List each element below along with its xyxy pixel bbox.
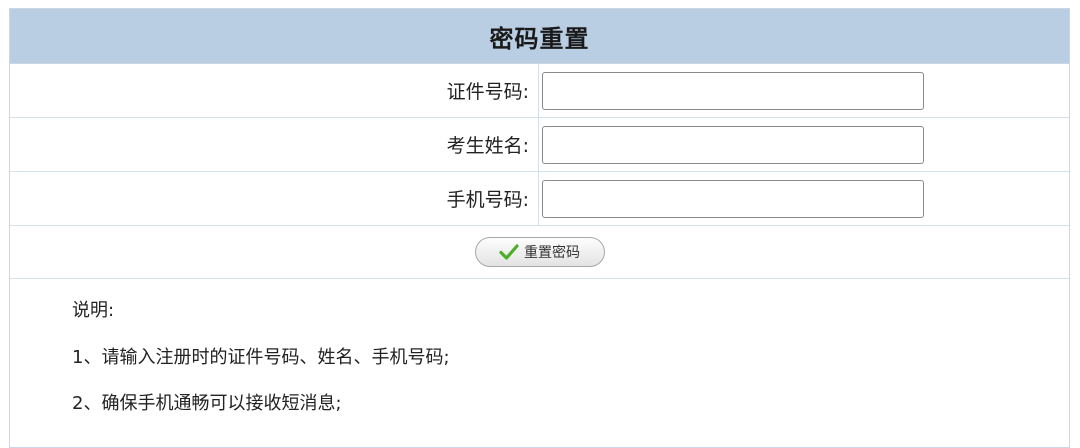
check-icon bbox=[499, 243, 519, 261]
phone-input[interactable] bbox=[542, 179, 924, 218]
form-row-phone: 手机号码: bbox=[10, 172, 1069, 226]
id-number-label: 证件号码: bbox=[10, 64, 539, 117]
phone-input-cell bbox=[539, 172, 1069, 225]
reset-password-button[interactable]: 重置密码 bbox=[474, 237, 605, 267]
panel-header: 密码重置 bbox=[10, 9, 1069, 64]
name-label: 考生姓名: bbox=[10, 118, 539, 171]
name-input[interactable] bbox=[542, 125, 924, 164]
button-row: 重置密码 bbox=[10, 226, 1069, 279]
form-row-id-number: 证件号码: bbox=[10, 64, 1069, 118]
instructions-title: 说明: bbox=[72, 300, 115, 321]
password-reset-panel: 密码重置 证件号码: 考生姓名: 手机号码: 重置密码 说明: 1、请输入注册时… bbox=[9, 8, 1070, 448]
instruction-item: 2、确保手机通畅可以接收短消息; bbox=[72, 393, 342, 414]
instruction-item: 1、请输入注册时的证件号码、姓名、手机号码; bbox=[72, 347, 450, 368]
instructions: 说明: 1、请输入注册时的证件号码、姓名、手机号码; 2、确保手机通畅可以接收短… bbox=[10, 279, 1069, 416]
phone-label: 手机号码: bbox=[10, 172, 539, 225]
name-input-cell bbox=[539, 118, 1069, 171]
id-number-input-cell bbox=[539, 64, 1069, 117]
id-number-input[interactable] bbox=[542, 71, 924, 110]
reset-password-label: 重置密码 bbox=[524, 245, 580, 261]
form-row-name: 考生姓名: bbox=[10, 118, 1069, 172]
page-title: 密码重置 bbox=[489, 24, 590, 53]
